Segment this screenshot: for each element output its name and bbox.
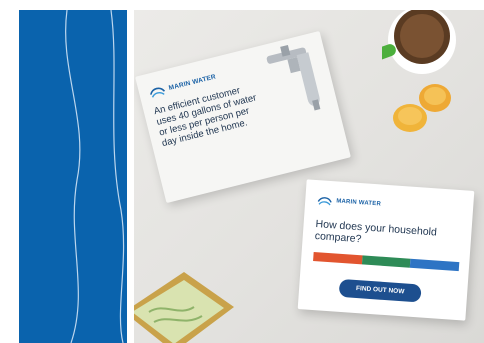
marin-water-logo-icon [150,87,166,98]
meter-segment-mid [361,255,411,268]
cookie-icon [418,82,452,119]
marin-water-logo-icon [317,197,332,206]
brand-name: MARIN WATER [336,197,382,208]
brand-name: MARIN WATER [167,73,217,92]
wave-lines-decoration [65,10,125,343]
tray-decoration [134,272,234,343]
brand-logo: MARIN WATER [317,194,381,209]
usage-meter-bar [313,251,460,272]
meter-segment-high [313,251,363,265]
water-usage-card: MARIN WATER An efficient customer uses 4… [135,30,351,204]
meter-segment-low [410,258,460,272]
faucet-icon [254,36,340,153]
household-compare-card: MARIN WATER How does your household comp… [297,179,475,321]
coffee-mug-icon [372,10,484,87]
promo-scene: MARIN WATER An efficient customer uses 4… [134,10,484,343]
compare-question: How does your household compare? [314,218,438,246]
find-out-now-button[interactable]: FIND OUT NOW [338,278,422,303]
brand-strip [19,10,127,343]
